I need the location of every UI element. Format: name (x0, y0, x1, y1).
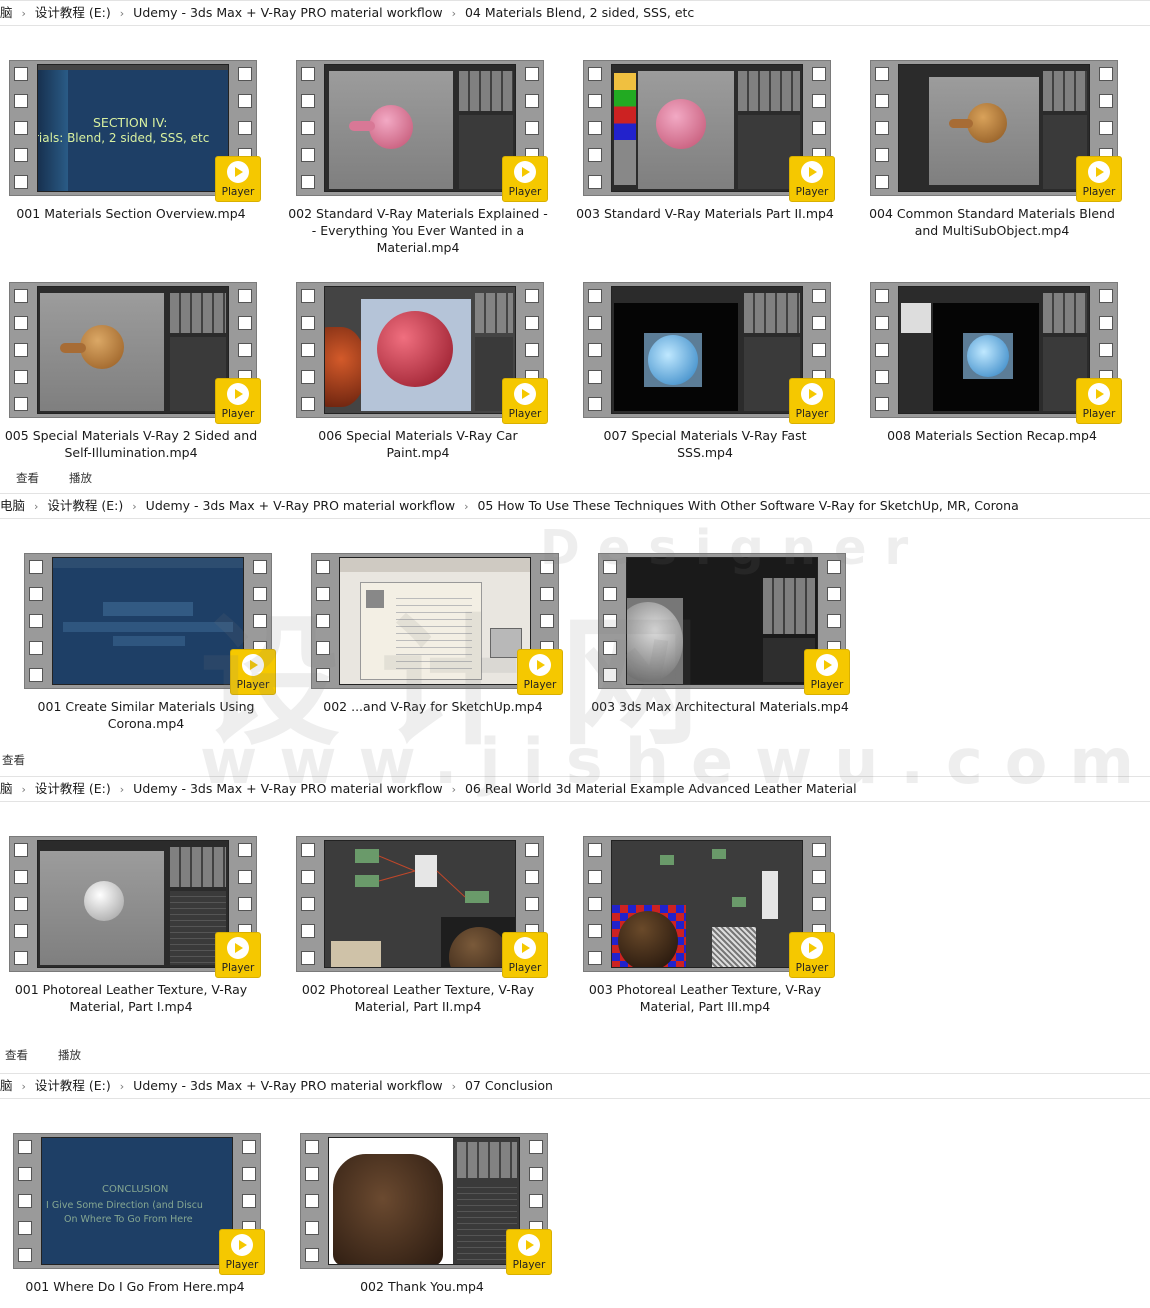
player-badge[interactable]: Player (215, 932, 261, 978)
chevron-right-icon: › (34, 500, 39, 513)
player-badge[interactable]: Player (502, 378, 548, 424)
file-name: 002 Thank You.mp4 (360, 1279, 484, 1294)
player-badge[interactable]: Player (219, 1229, 265, 1275)
play-icon (227, 161, 249, 183)
player-badge[interactable]: Player (215, 156, 261, 202)
chevron-right-icon: › (464, 500, 469, 513)
chevron-right-icon: › (119, 783, 125, 796)
player-badge[interactable]: Player (230, 649, 276, 695)
breadcrumb-item[interactable]: 设计教程 (E:) (35, 781, 111, 796)
file-name: 008 Materials Section Recap.mp4 (887, 428, 1097, 443)
breadcrumb-item[interactable]: 脑 (0, 781, 13, 796)
player-badge[interactable]: Player (215, 378, 261, 424)
file-name: 003 3ds Max Architectural Materials.mp4 (591, 699, 849, 714)
slide-subtitle: I Give Some Direction (and Discu (46, 1200, 203, 1211)
file-name: 001 Create Similar Materials Using Coron… (37, 699, 255, 731)
player-badge[interactable]: Player (502, 932, 548, 978)
breadcrumb-item[interactable]: 05 How To Use These Techniques With Othe… (477, 498, 1018, 513)
file-name: 003 Standard V-Ray Materials Part II.mp4 (576, 206, 834, 221)
file-name: 003 Photoreal Leather Texture, V-Ray Mat… (588, 982, 822, 1014)
play-icon (801, 383, 823, 405)
play-icon (529, 654, 551, 676)
chevron-right-icon: › (451, 7, 456, 20)
toolbar: 查看 播放 (0, 468, 1150, 488)
play-menu[interactable]: 播放 (58, 1048, 81, 1062)
chevron-right-icon: › (451, 1080, 456, 1093)
breadcrumb-item[interactable]: 06 Real World 3d Material Example Advanc… (465, 781, 857, 796)
player-badge[interactable]: Player (789, 932, 835, 978)
file-name: 001 Where Do I Go From Here.mp4 (25, 1279, 245, 1294)
play-menu[interactable]: 播放 (69, 471, 92, 485)
slide-title: SECTION IV: (93, 115, 168, 130)
play-icon (227, 383, 249, 405)
breadcrumb-item[interactable]: 设计教程 (E:) (35, 5, 111, 20)
view-menu[interactable]: 查看 (5, 1048, 28, 1062)
player-badge[interactable]: Player (502, 156, 548, 202)
play-icon (514, 383, 536, 405)
play-icon (1088, 161, 1110, 183)
breadcrumb-item[interactable]: 07 Conclusion (465, 1078, 553, 1093)
view-menu[interactable]: 查看 (2, 753, 25, 767)
file-name: 005 Special Materials V-Ray 2 Sided and … (4, 428, 258, 460)
file-name: 002 ...and V-Ray for SketchUp.mp4 (323, 699, 543, 714)
chevron-right-icon: › (132, 500, 137, 513)
play-icon (231, 1234, 253, 1256)
slide-title: CONCLUSION (102, 1184, 169, 1195)
play-icon (1088, 383, 1110, 405)
toolbar: 查看 播放 (0, 1045, 1150, 1065)
slide-subtitle: rials: Blend, 2 sided, SSS, etc (37, 131, 210, 145)
breadcrumb-item[interactable]: 04 Materials Blend, 2 sided, SSS, etc (465, 5, 694, 20)
file-name: 002 Standard V-Ray Materials Explained -… (288, 206, 548, 255)
player-badge[interactable]: Player (789, 378, 835, 424)
breadcrumb-item[interactable]: 脑 (0, 1078, 13, 1093)
breadcrumb-item[interactable]: 脑 (0, 5, 13, 20)
chevron-right-icon: › (119, 7, 125, 20)
play-icon (514, 161, 536, 183)
breadcrumb-item[interactable]: 电脑 (0, 498, 25, 513)
breadcrumb-item[interactable]: Udemy - 3ds Max + V-Ray PRO material wor… (146, 498, 455, 513)
player-badge[interactable]: Player (506, 1229, 552, 1275)
chevron-right-icon: › (21, 783, 26, 796)
breadcrumb-section-05[interactable]: 电脑 › 设计教程 (E:) › Udemy - 3ds Max + V-Ray PRO… (0, 493, 1150, 519)
play-icon (242, 654, 264, 676)
player-badge[interactable]: Player (517, 649, 563, 695)
file-name: 001 Photoreal Leather Texture, V-Ray Mat… (14, 982, 248, 1014)
breadcrumb-item[interactable]: 设计教程 (E:) (35, 1078, 111, 1093)
breadcrumb-section-07[interactable]: 脑 › 设计教程 (E:) › Udemy - 3ds Max + V-Ray PRO … (0, 1073, 1150, 1099)
play-icon (514, 937, 536, 959)
play-icon (816, 654, 838, 676)
breadcrumb-item[interactable]: Udemy - 3ds Max + V-Ray PRO material wor… (133, 781, 442, 796)
chevron-right-icon: › (119, 1080, 125, 1093)
player-badge[interactable]: Player (789, 156, 835, 202)
play-icon (801, 937, 823, 959)
breadcrumb-item[interactable]: 设计教程 (E:) (47, 498, 123, 513)
file-name: 002 Photoreal Leather Texture, V-Ray Mat… (301, 982, 535, 1014)
chevron-right-icon: › (451, 783, 456, 796)
breadcrumb-item[interactable]: Udemy - 3ds Max + V-Ray PRO material wor… (133, 5, 442, 20)
slide-subtitle: On Where To Go From Here (64, 1214, 193, 1225)
file-name: 004 Common Standard Materials Blend and … (869, 206, 1115, 238)
toolbar: 查看 (0, 750, 1150, 770)
player-badge[interactable]: Player (804, 649, 850, 695)
file-name: 007 Special Materials V-Ray Fast SSS.mp4 (603, 428, 807, 460)
chevron-right-icon: › (21, 7, 26, 20)
chevron-right-icon: › (21, 1080, 26, 1093)
view-menu[interactable]: 查看 (16, 471, 39, 485)
breadcrumb-section-04[interactable]: 脑 › 设计教程 (E:) › Udemy - 3ds Max + V-Ray PRO … (0, 0, 1150, 26)
file-name: 006 Special Materials V-Ray Car Paint.mp… (318, 428, 518, 460)
play-icon (801, 161, 823, 183)
play-icon (227, 937, 249, 959)
file-name: 001 Materials Section Overview.mp4 (16, 206, 246, 221)
player-badge[interactable]: Player (1076, 378, 1122, 424)
play-icon (518, 1234, 540, 1256)
player-badge[interactable]: Player (1076, 156, 1122, 202)
breadcrumb-section-06[interactable]: 脑 › 设计教程 (E:) › Udemy - 3ds Max + V-Ray PRO … (0, 776, 1150, 802)
breadcrumb-item[interactable]: Udemy - 3ds Max + V-Ray PRO material wor… (133, 1078, 442, 1093)
